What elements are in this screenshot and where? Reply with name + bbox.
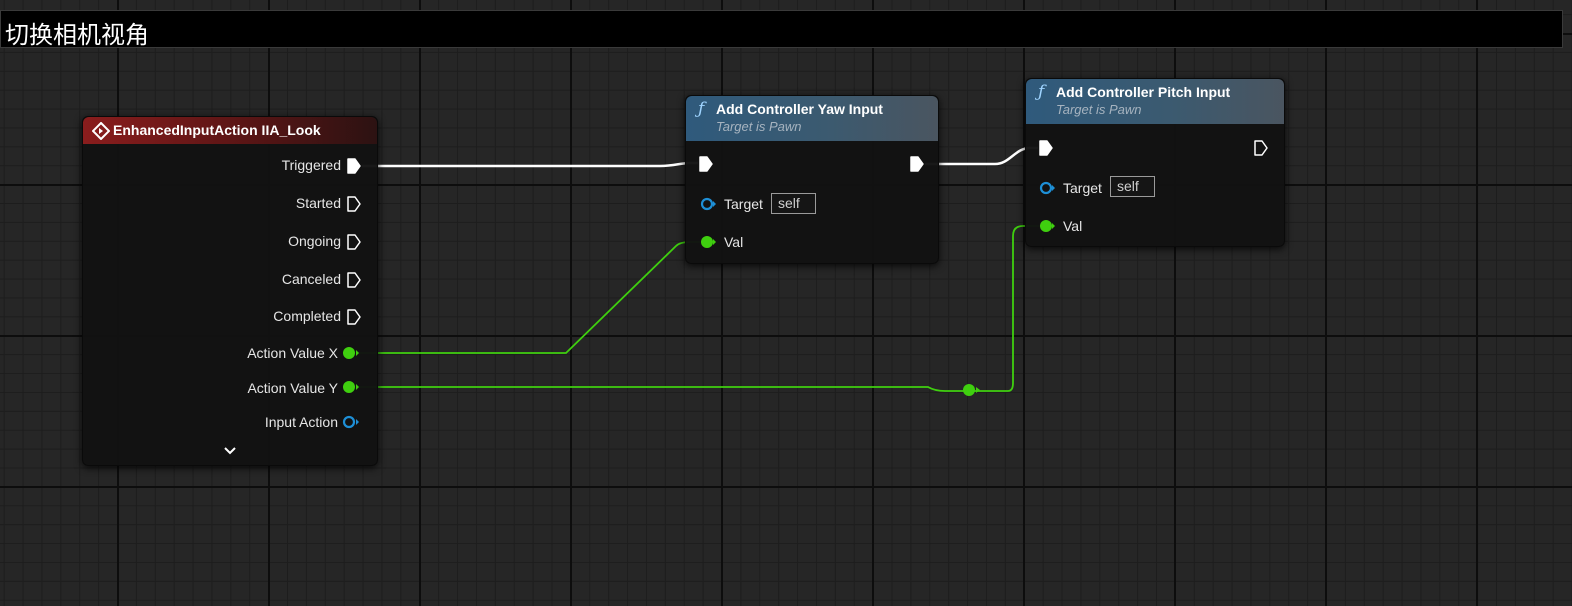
object-pin-input-action[interactable]: [342, 414, 360, 430]
pin-label-completed: Completed: [273, 308, 341, 324]
pitch-target-self-input[interactable]: self: [1110, 176, 1155, 197]
pin-label-started: Started: [295, 195, 341, 211]
event-node-header[interactable]: EnhancedInputAction IIA_Look: [83, 117, 377, 144]
pin-label-ongoing: Ongoing: [288, 233, 341, 249]
yaw-target-pin[interactable]: [699, 196, 717, 212]
pitch-target-pin[interactable]: [1038, 180, 1056, 196]
yaw-val-pin[interactable]: [699, 234, 717, 250]
exec-pin-completed[interactable]: [346, 308, 362, 326]
pitch-exec-out-pin[interactable]: [1253, 139, 1269, 157]
yaw-node-header[interactable]: ƒ Add Controller Yaw Input Target is Paw…: [686, 96, 938, 141]
pin-label-input-action: Input Action: [264, 414, 338, 430]
pitch-val-label: Val: [1063, 218, 1083, 234]
reroute-knot-arrow: [976, 387, 980, 393]
pitch-node-subtitle: Target is Pawn: [1056, 102, 1142, 117]
pin-label-triggered: Triggered: [281, 157, 341, 173]
float-pin-action-value-x[interactable]: [342, 345, 360, 361]
exec-pin-triggered[interactable]: [346, 157, 362, 175]
yaw-target-label: Target: [724, 196, 763, 212]
yaw-target-self-input[interactable]: self: [771, 193, 816, 214]
pitch-val-pin[interactable]: [1038, 218, 1056, 234]
reroute-knot[interactable]: [963, 384, 975, 396]
yaw-exec-out-pin[interactable]: [909, 155, 925, 173]
function-f-icon: ƒ: [698, 99, 705, 119]
event-diamond-icon: [92, 122, 110, 140]
pin-label-action-value-y: Action Value Y: [247, 380, 338, 396]
yaw-val-label: Val: [724, 234, 744, 250]
yaw-node-subtitle: Target is Pawn: [716, 119, 802, 134]
pitch-target-label: Target: [1063, 180, 1102, 196]
exec-wire-yaw-to-pitch[interactable]: [925, 146, 1038, 166]
pin-label-canceled: Canceled: [281, 271, 341, 287]
exec-wire-triggered-to-yaw[interactable]: [362, 161, 698, 168]
exec-pin-started[interactable]: [346, 195, 362, 213]
pitch-node-title: Add Controller Pitch Input: [1056, 84, 1231, 100]
pitch-exec-in-pin[interactable]: [1038, 139, 1054, 157]
exec-pin-canceled[interactable]: [346, 271, 362, 289]
float-pin-action-value-y[interactable]: [342, 379, 360, 395]
yaw-exec-in-pin[interactable]: [698, 155, 714, 173]
yaw-node-title: Add Controller Yaw Input: [716, 101, 883, 117]
pin-label-action-value-x: Action Value X: [247, 345, 338, 361]
chevron-down-icon[interactable]: [222, 445, 238, 457]
function-f-icon: ƒ: [1038, 82, 1045, 102]
data-wire-x-to-yaw-val[interactable]: [357, 241, 700, 354]
pitch-node-header[interactable]: ƒ Add Controller Pitch Input Target is P…: [1026, 79, 1284, 124]
exec-pin-ongoing[interactable]: [346, 233, 362, 251]
event-node-title: EnhancedInputAction IIA_Look: [113, 122, 321, 138]
